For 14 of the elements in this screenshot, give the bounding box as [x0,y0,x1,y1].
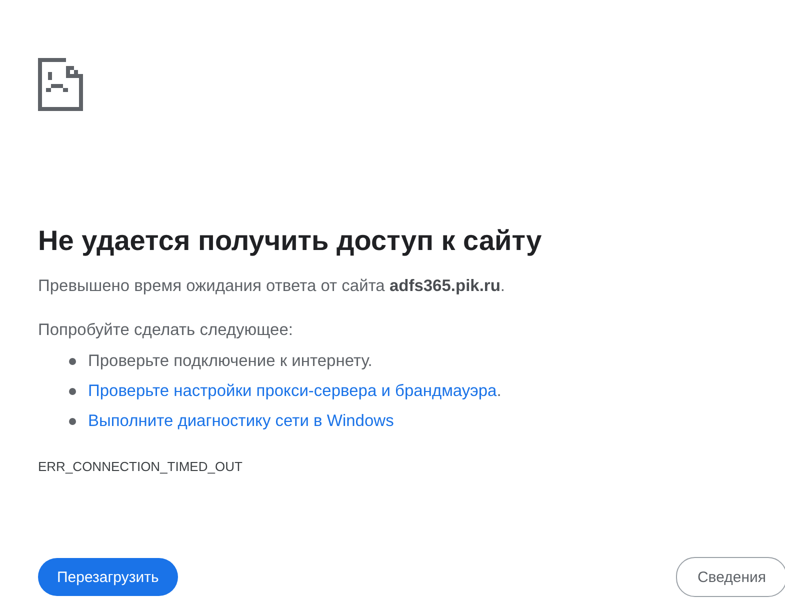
error-code: ERR_CONNECTION_TIMED_OUT [38,458,242,476]
punctuation: . [496,382,502,400]
suggestions-title: Попробуйте сделать следующее: [38,320,293,341]
bullet-icon [69,388,76,395]
suggestion-text: Проверьте подключение к интернету. [88,352,372,370]
error-heading: Не удается получить доступ к сайту [38,224,542,258]
bullet-icon [69,418,76,425]
bullet-icon [69,358,76,365]
details-button[interactable]: Сведения [676,557,785,597]
suggestion-link[interactable]: Выполните диагностику сети в Windows [88,412,394,430]
sad-page-icon [38,58,83,111]
reload-button[interactable]: Перезагрузить [38,558,178,596]
error-message: Превышено время ожидания ответа от сайта adfs365.pik.ru. [38,276,506,297]
suggestion-link[interactable]: Проверьте настройки прокси-сервера и брандмауэра [88,382,497,400]
